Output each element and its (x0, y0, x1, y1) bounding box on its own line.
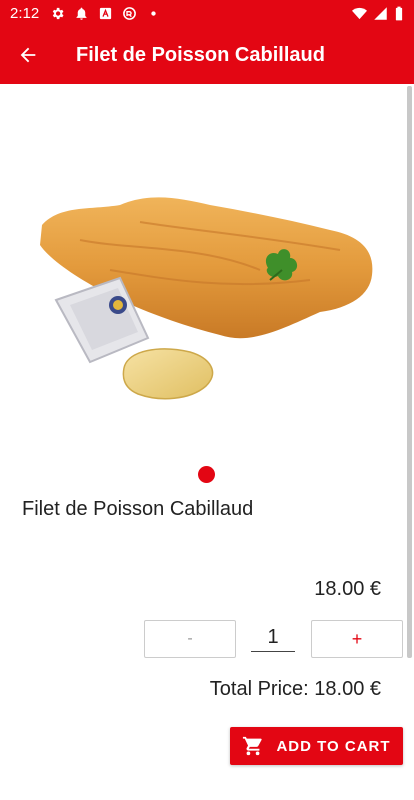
dot-icon (146, 6, 161, 21)
page-title: Filet de Poisson Cabillaud (76, 43, 325, 66)
bell-icon (74, 6, 89, 21)
add-to-cart-button[interactable]: ADD TO CART (230, 727, 403, 765)
wifi-icon (352, 6, 367, 21)
news-icon (98, 6, 113, 21)
fried-fish-fillet-image (20, 150, 390, 440)
product-name: Filet de Poisson Cabillaud (22, 498, 254, 520)
status-left: 2:12 (10, 5, 161, 22)
app-bar: Filet de Poisson Cabillaud (0, 26, 414, 84)
battery-icon (394, 6, 404, 21)
image-pager-dot[interactable] (198, 466, 215, 483)
unit-price: 18.00 € (314, 578, 381, 600)
add-to-cart-label: ADD TO CART (276, 737, 391, 755)
status-time: 2:12 (10, 4, 40, 22)
status-right (352, 6, 404, 21)
gear-icon (50, 6, 65, 21)
scrollbar[interactable] (407, 86, 412, 658)
quantity-increase-button[interactable]: + (311, 620, 403, 658)
total-price: Total Price: 18.00 € (209, 678, 381, 700)
signal-icon (373, 6, 388, 21)
vpn-icon (122, 6, 137, 21)
quantity-decrease-button[interactable]: - (144, 620, 236, 658)
back-button[interactable] (0, 26, 56, 84)
status-bar: 2:12 (0, 0, 414, 26)
cart-icon (243, 736, 263, 756)
quantity-input[interactable] (251, 624, 295, 652)
arrow-back-icon (20, 47, 36, 63)
